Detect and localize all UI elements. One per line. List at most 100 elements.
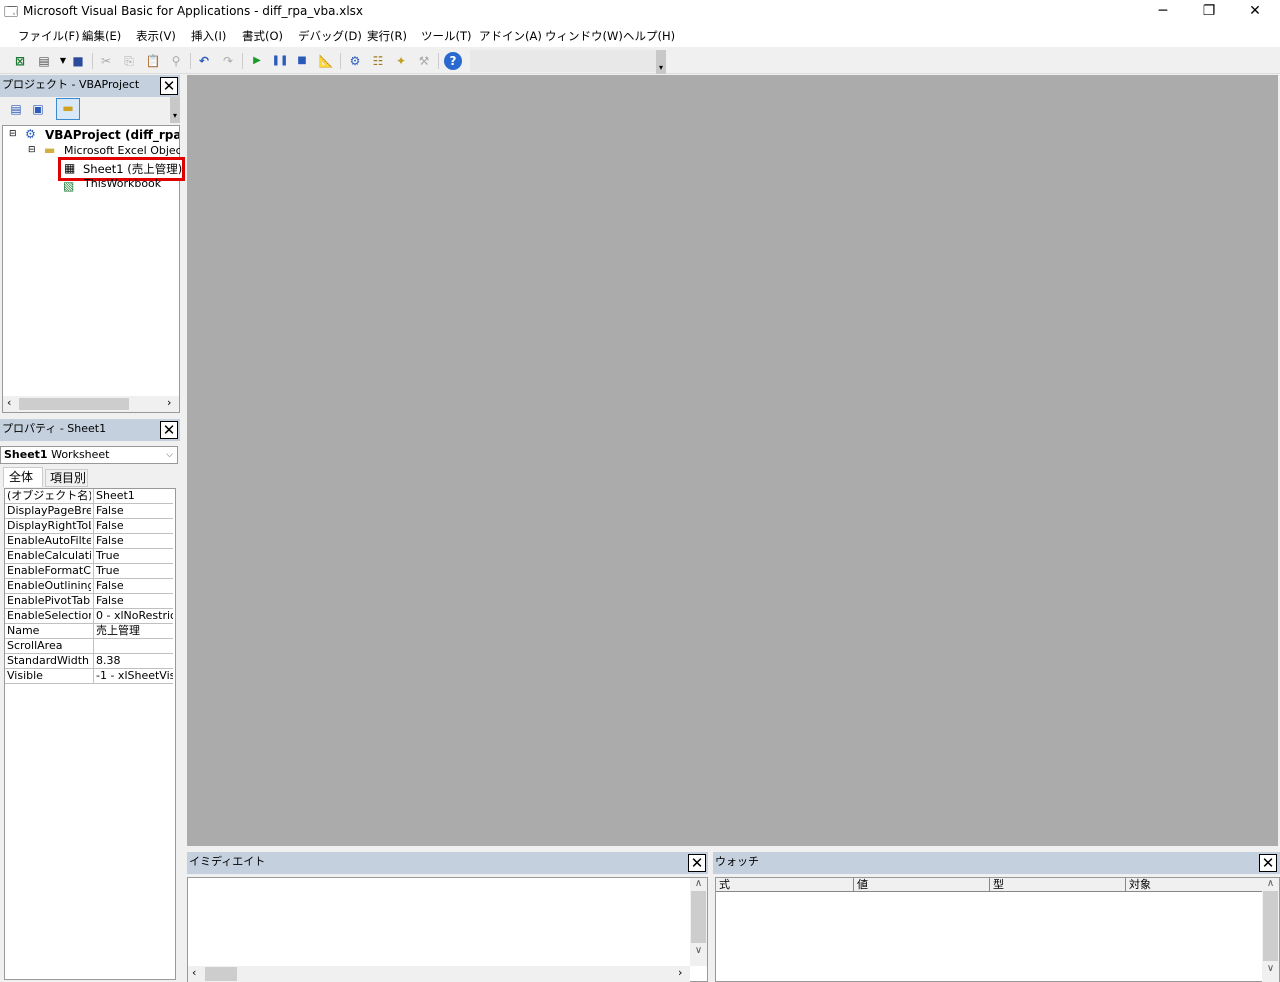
property-value[interactable]: False [93, 594, 173, 609]
watch-window[interactable]: 式 値 型 対象 ∧ ∨ [715, 877, 1280, 982]
property-row[interactable]: DisplayRightToLeFalse [5, 519, 173, 534]
property-row[interactable]: Visible -1 - xlSheetVis [5, 669, 173, 684]
immediate-hscrollbar[interactable]: ‹ › [188, 966, 690, 982]
menu-debug[interactable]: デバッグ(D) [298, 28, 362, 44]
property-row[interactable]: EnableSelection 0 - xlNoRestric [5, 609, 173, 624]
close-button[interactable]: ✕ [1232, 0, 1278, 24]
scroll-right-icon[interactable]: › [678, 966, 682, 979]
project-explorer-icon[interactable]: ⚙ [346, 52, 364, 70]
menu-view[interactable]: 表示(V) [136, 28, 176, 44]
toolbar-options-icon[interactable]: ▾ [656, 50, 666, 74]
property-row[interactable]: Name 売上管理 [5, 624, 173, 639]
watch-vscrollbar[interactable]: ∧ ∨ [1262, 878, 1279, 982]
find-icon[interactable]: ⚲ [167, 52, 185, 70]
property-row[interactable]: DisplayPageBrea False [5, 504, 173, 519]
property-name: EnableFormatCon [7, 564, 91, 577]
design-mode-icon[interactable]: 📐 [317, 52, 335, 70]
column-value[interactable]: 値 [854, 878, 990, 892]
property-row[interactable]: EnableCalculatio True [5, 549, 173, 564]
pane-options-icon[interactable]: ▾ [170, 97, 180, 123]
property-value[interactable]: 0 - xlNoRestric [93, 609, 173, 624]
scroll-down-icon[interactable]: ∨ [690, 945, 707, 956]
undo-icon[interactable]: ↶ [195, 52, 213, 70]
property-value[interactable]: False [93, 534, 173, 549]
menu-edit[interactable]: 編集(E) [82, 28, 121, 44]
property-row[interactable]: EnableOutlining False [5, 579, 173, 594]
project-hscrollbar[interactable]: ‹ › [3, 396, 179, 412]
collapse-icon[interactable]: ⊟ [9, 129, 17, 139]
tree-thisworkbook[interactable]: ThisWorkbook [84, 177, 161, 190]
scroll-thumb[interactable] [1263, 891, 1278, 961]
properties-close-button[interactable]: ✕ [160, 421, 178, 439]
scroll-left-icon[interactable]: ‹ [7, 396, 11, 409]
redo-icon[interactable]: ↷ [219, 52, 237, 70]
property-value[interactable]: 売上管理 [93, 624, 173, 639]
property-value[interactable] [93, 639, 173, 654]
property-row[interactable]: ScrollArea [5, 639, 173, 654]
excel-icon[interactable]: ⊠ [11, 52, 29, 70]
toolbox-icon[interactable]: ⚒ [415, 52, 433, 70]
property-value[interactable]: True [93, 564, 173, 579]
menu-addins[interactable]: アドイン(A) [479, 28, 542, 44]
view-code-icon[interactable]: ▤ [7, 100, 25, 118]
scroll-thumb[interactable] [691, 891, 706, 943]
help-icon[interactable]: ? [444, 52, 462, 70]
tab-categorized[interactable]: 項目別 [45, 469, 88, 487]
copy-icon[interactable]: ⎘ [120, 52, 138, 70]
toggle-folders-icon[interactable]: ▬ [56, 98, 80, 120]
scroll-right-icon[interactable]: › [167, 396, 171, 409]
immediate-close-button[interactable]: ✕ [688, 854, 706, 872]
property-value[interactable]: 8.38 [93, 654, 173, 669]
property-row[interactable]: EnableFormatConTrue [5, 564, 173, 579]
restore-button[interactable]: ❐ [1186, 0, 1232, 24]
menu-tools[interactable]: ツール(T) [421, 28, 472, 44]
object-browser-icon[interactable]: ✦ [392, 52, 410, 70]
tree-vbaproject[interactable]: VBAProject (diff_rpa_v [45, 128, 179, 142]
watch-column-headers: 式 値 型 対象 [716, 878, 1262, 892]
scroll-thumb[interactable] [205, 967, 237, 981]
property-value[interactable]: True [93, 549, 173, 564]
properties-window-icon[interactable]: ☷ [369, 52, 387, 70]
menu-file[interactable]: ファイル(F) [18, 28, 80, 44]
property-value[interactable]: False [93, 579, 173, 594]
property-row[interactable]: EnableAutoFilter False [5, 534, 173, 549]
property-value[interactable]: Sheet1 [93, 489, 173, 504]
tree-excel-objects[interactable]: Microsoft Excel Objec: [64, 144, 180, 157]
paste-icon[interactable]: 📋 [144, 52, 162, 70]
property-value[interactable]: False [93, 519, 173, 534]
project-close-button[interactable]: ✕ [160, 77, 178, 95]
scroll-thumb[interactable] [19, 398, 129, 410]
minimize-button[interactable]: ─ [1140, 0, 1186, 24]
scroll-up-icon[interactable]: ∧ [690, 878, 707, 889]
column-type[interactable]: 型 [990, 878, 1126, 892]
collapse-icon[interactable]: ⊟ [28, 145, 36, 155]
view-object-icon[interactable]: ▣ [29, 100, 47, 118]
property-value[interactable]: -1 - xlSheetVis [93, 669, 173, 684]
insert-userform-icon[interactable]: ▤ [35, 52, 53, 70]
column-context[interactable]: 対象 [1126, 878, 1262, 892]
immediate-window[interactable]: ∧ ∨ ‹ › [187, 877, 708, 982]
menu-help[interactable]: ヘルプ(H) [623, 28, 675, 44]
immediate-vscrollbar[interactable]: ∧ ∨ [690, 878, 707, 966]
property-row[interactable]: (オブジェクト名) Sheet1 [5, 489, 173, 504]
break-icon[interactable]: ❚❚ [271, 52, 289, 70]
property-row[interactable]: EnablePivotTable False [5, 594, 173, 609]
menu-window[interactable]: ウィンドウ(W) [545, 28, 623, 44]
reset-icon[interactable]: ■ [293, 52, 311, 70]
property-value[interactable]: False [93, 504, 173, 519]
menu-format[interactable]: 書式(O) [242, 28, 283, 44]
menu-run[interactable]: 実行(R) [367, 28, 407, 44]
scroll-down-icon[interactable]: ∨ [1262, 963, 1279, 974]
column-expression[interactable]: 式 [716, 878, 854, 892]
menu-insert[interactable]: 挿入(I) [191, 28, 226, 44]
object-selector-dropdown[interactable]: Sheet1 Worksheet ⌵ [0, 446, 178, 464]
watch-close-button[interactable]: ✕ [1259, 854, 1277, 872]
run-icon[interactable]: ▶ [248, 52, 266, 70]
cut-icon[interactable]: ✂ [97, 52, 115, 70]
tree-sheet1[interactable]: Sheet1 (売上管理) [83, 161, 182, 177]
tab-alphabetic[interactable]: 全体 [3, 467, 43, 487]
scroll-left-icon[interactable]: ‹ [192, 966, 196, 979]
property-row[interactable]: StandardWidth 8.38 [5, 654, 173, 669]
scroll-up-icon[interactable]: ∧ [1262, 878, 1279, 889]
save-icon[interactable]: ■ [69, 52, 87, 70]
